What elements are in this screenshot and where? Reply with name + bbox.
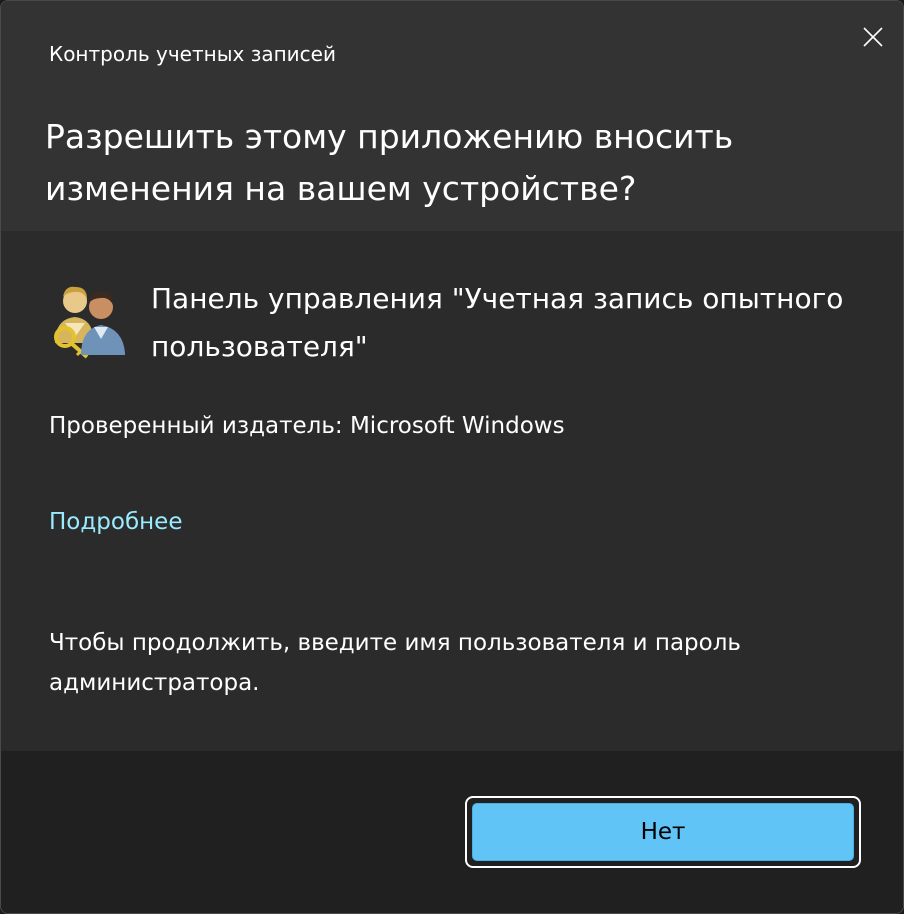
instruction-text: Чтобы продолжить, введите имя пользовате… <box>49 630 741 696</box>
dialog-title: Контроль учетных записей <box>49 42 336 66</box>
no-button-focus-ring[interactable]: Нет <box>465 796 861 868</box>
dialog-body: Панель управления "Учетная запись опытно… <box>1 231 903 751</box>
user-accounts-icon <box>49 279 129 359</box>
dialog-header: Контроль учетных записей Разрешить этому… <box>1 1 903 231</box>
prompt-question: Разрешить этому приложению вносить измен… <box>45 117 734 208</box>
more-details-link[interactable]: Подробнее <box>49 507 182 537</box>
uac-dialog: Контроль учетных записей Разрешить этому… <box>0 0 904 914</box>
dialog-footer: Нет <box>1 751 903 913</box>
app-name: Панель управления "Учетная запись опытно… <box>151 282 844 363</box>
close-icon <box>863 27 883 47</box>
verified-publisher: Проверенный издатель: Microsoft Windows <box>49 413 565 439</box>
no-button[interactable]: Нет <box>472 803 854 861</box>
close-button[interactable] <box>851 15 895 59</box>
